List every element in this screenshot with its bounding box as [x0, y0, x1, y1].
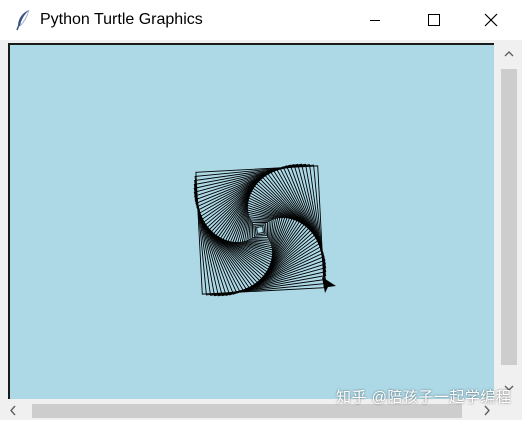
turtle-square-path [215, 185, 305, 275]
watermark-text: 知乎 @陪孩子一起学编程 [336, 389, 512, 406]
title-bar[interactable]: Python Turtle Graphics [0, 0, 522, 40]
turtle-window: Python Turtle Graphics 知乎 @陪孩子一起学编程 [0, 0, 522, 420]
turtle-drawing [10, 45, 494, 399]
close-icon [484, 13, 498, 27]
turtle-square-path [208, 178, 312, 282]
minimize-icon [370, 20, 380, 21]
arrow-turtle-icon [322, 277, 336, 293]
turtle-square-path [195, 165, 325, 295]
vertical-scrollbar[interactable] [498, 43, 520, 401]
turtle-square-path [256, 226, 264, 234]
turtle-square-path [204, 174, 316, 286]
feather-icon [14, 9, 34, 31]
turtle-square-path [195, 165, 325, 295]
turtle-square-path [194, 164, 326, 296]
maximize-button[interactable] [410, 0, 456, 40]
turtle-square-path [201, 171, 319, 289]
scroll-left-button[interactable] [2, 401, 24, 420]
chevron-left-icon [10, 405, 16, 416]
turtle-canvas[interactable] [8, 43, 494, 399]
turtle-square-path [250, 220, 270, 240]
turtle-square-path [196, 166, 324, 294]
vertical-scroll-thumb[interactable] [501, 69, 517, 365]
scroll-up-button[interactable] [498, 43, 520, 65]
maximize-icon [428, 14, 440, 26]
chevron-up-icon [504, 51, 514, 57]
window-title: Python Turtle Graphics [40, 11, 203, 28]
close-button[interactable] [468, 0, 514, 40]
minimize-button[interactable] [352, 0, 398, 40]
turtle-square-path [193, 163, 327, 297]
turtle-square-path [213, 183, 307, 277]
turtle-square-path [222, 192, 298, 268]
turtle-square-path [194, 164, 326, 296]
